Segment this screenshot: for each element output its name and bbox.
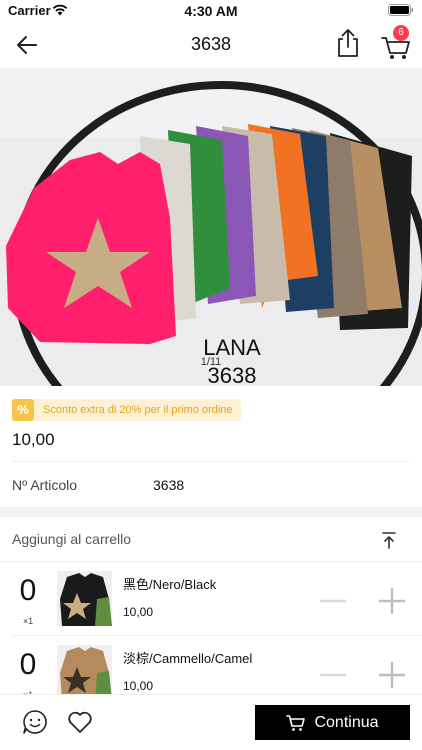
section-separator [0, 507, 422, 517]
product-price: 10,00 [12, 430, 55, 449]
heart-icon[interactable] [67, 710, 93, 734]
promo-badge: % Sconto extra di 20% per il primo ordin… [12, 399, 241, 421]
decrease-quantity-button[interactable] [318, 660, 348, 690]
increase-quantity-button[interactable] [376, 585, 408, 617]
variant-row-black: 0 ×1 黑色/Nero/Black 10,00 [0, 562, 422, 635]
image-page-counter: 1/11 [200, 356, 222, 368]
status-time: 4:30 AM [184, 3, 238, 19]
article-number-label: Nº Articolo [12, 477, 78, 493]
status-bar: Carrier 4:30 AM [0, 0, 422, 22]
continue-button[interactable]: Continua [255, 705, 410, 740]
variant-thumbnail[interactable] [57, 571, 112, 626]
variant-name: 淡棕/Cammello/Camel [123, 651, 253, 666]
scroll-to-top-icon[interactable] [378, 529, 400, 551]
battery-icon [388, 4, 414, 16]
continue-button-label: Continua [314, 713, 379, 731]
divider [12, 461, 410, 462]
increase-quantity-button[interactable] [376, 659, 408, 691]
add-to-cart-heading: Aggiungi al carrello [12, 531, 132, 547]
promo-text: Sconto extra di 20% per il primo ordine [43, 404, 233, 416]
product-image[interactable]: LANA 3638 1/11 [0, 68, 422, 386]
variant-quantity-unit: ×1 [22, 616, 34, 626]
share-icon[interactable] [334, 28, 362, 58]
decrease-quantity-button[interactable] [318, 586, 348, 616]
discount-percent-icon: % [12, 399, 34, 421]
variant-quantity: 0 [19, 648, 37, 681]
variant-price: 10,00 [123, 679, 154, 693]
cart-count-badge: 6 [393, 25, 409, 41]
article-number-value: 3638 [153, 477, 185, 493]
variant-quantity: 0 [19, 574, 37, 607]
variant-name: 黑色/Nero/Black [123, 577, 217, 592]
bottom-action-bar: Continua [0, 694, 422, 750]
variant-price: 10,00 [123, 605, 154, 619]
nav-bar: 3638 [0, 22, 422, 68]
cart-icon [286, 714, 306, 731]
variant-thumbnail[interactable] [57, 645, 112, 700]
chat-icon[interactable] [22, 709, 48, 735]
product-photo: LANA 3638 [0, 68, 422, 386]
